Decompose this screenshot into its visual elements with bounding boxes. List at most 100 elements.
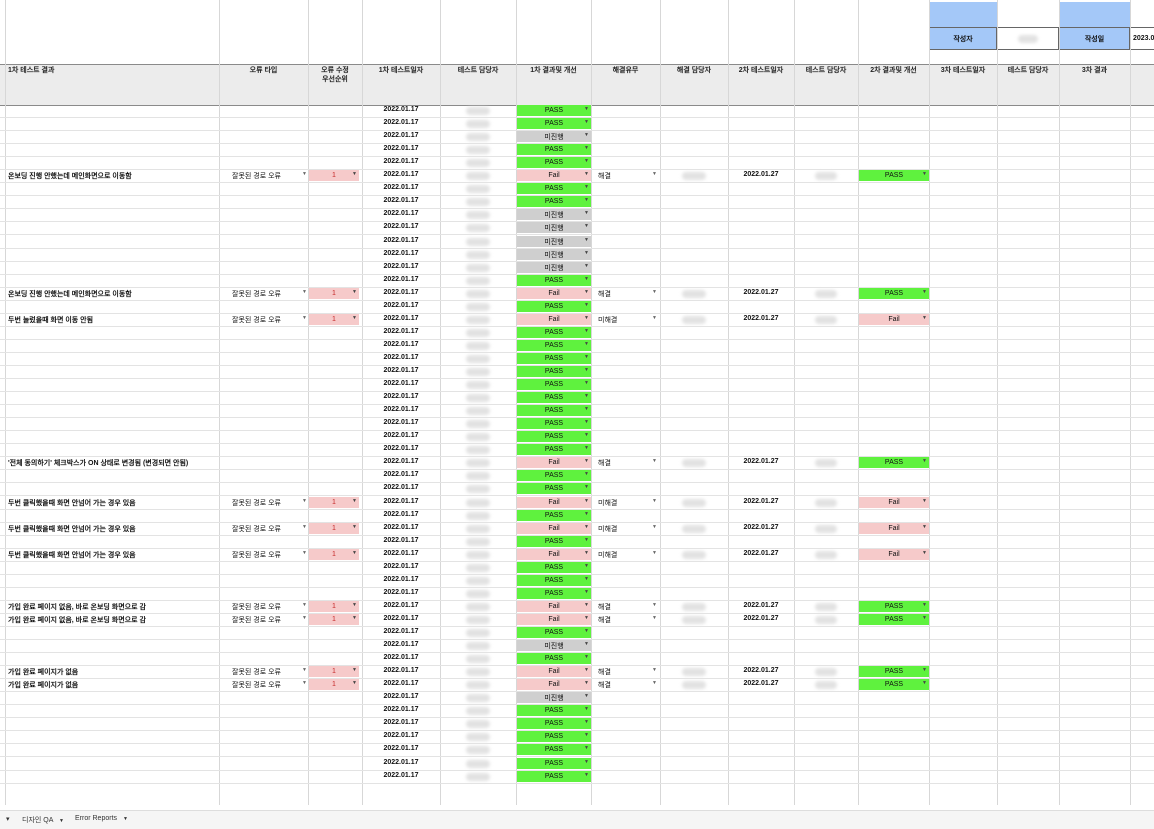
issue-description[interactable]: 가입 완료 페이지가 없음 bbox=[8, 667, 78, 677]
issue-description[interactable]: 온보딩 진행 안했는데 메인화면으로 이동함 bbox=[8, 289, 132, 299]
test-date-1[interactable]: 2022.01.17 bbox=[362, 759, 440, 766]
test-date-1[interactable]: 2022.01.17 bbox=[362, 419, 440, 426]
result-1-select[interactable]: PASS ▼ bbox=[517, 444, 591, 455]
test-date-1[interactable]: 2022.01.17 bbox=[362, 263, 440, 270]
resolved-select[interactable]: 해결 ▼ bbox=[598, 458, 658, 468]
test-date-1[interactable]: 2022.01.17 bbox=[362, 289, 440, 296]
test-date-1[interactable]: 2022.01.17 bbox=[362, 458, 440, 465]
test-date-2[interactable]: 2022.01.27 bbox=[728, 289, 794, 296]
test-date-1[interactable]: 2022.01.17 bbox=[362, 250, 440, 257]
error-type-select[interactable]: 잘못된 경로 오류 ▼ bbox=[232, 550, 308, 560]
test-date-1[interactable]: 2022.01.17 bbox=[362, 550, 440, 557]
test-date-2[interactable]: 2022.01.27 bbox=[728, 315, 794, 322]
result-1-select[interactable]: PASS ▼ bbox=[517, 327, 591, 338]
result-1-select[interactable]: PASS ▼ bbox=[517, 705, 591, 716]
result-1-select[interactable]: PASS ▼ bbox=[517, 157, 591, 168]
test-date-1[interactable]: 2022.01.17 bbox=[362, 471, 440, 478]
result-1-select[interactable]: PASS ▼ bbox=[517, 392, 591, 403]
test-date-2[interactable]: 2022.01.27 bbox=[728, 458, 794, 465]
result-2-select[interactable]: PASS ▼ bbox=[859, 679, 929, 690]
test-date-1[interactable]: 2022.01.17 bbox=[362, 223, 440, 230]
result-1-select[interactable]: 미진행 ▼ bbox=[517, 209, 591, 220]
test-date-1[interactable]: 2022.01.17 bbox=[362, 158, 440, 165]
result-2-select[interactable]: PASS ▼ bbox=[859, 601, 929, 612]
test-date-1[interactable]: 2022.01.17 bbox=[362, 328, 440, 335]
error-type-select[interactable]: 잘못된 경로 오류 ▼ bbox=[232, 602, 308, 612]
test-date-1[interactable]: 2022.01.17 bbox=[362, 772, 440, 779]
result-1-select[interactable]: PASS ▼ bbox=[517, 301, 591, 312]
test-date-2[interactable]: 2022.01.27 bbox=[728, 171, 794, 178]
priority-select[interactable]: 1 ▼ bbox=[309, 614, 359, 625]
priority-select[interactable]: 1 ▼ bbox=[309, 288, 359, 299]
test-date-1[interactable]: 2022.01.17 bbox=[362, 406, 440, 413]
test-date-1[interactable]: 2022.01.17 bbox=[362, 602, 440, 609]
result-2-select[interactable]: PASS ▼ bbox=[859, 666, 929, 677]
test-date-1[interactable]: 2022.01.17 bbox=[362, 276, 440, 283]
test-date-1[interactable]: 2022.01.17 bbox=[362, 615, 440, 622]
result-1-select[interactable]: PASS ▼ bbox=[517, 118, 591, 129]
result-1-select[interactable]: PASS ▼ bbox=[517, 771, 591, 782]
priority-select[interactable]: 1 ▼ bbox=[309, 497, 359, 508]
test-date-1[interactable]: 2022.01.17 bbox=[362, 745, 440, 752]
test-date-1[interactable]: 2022.01.17 bbox=[362, 524, 440, 531]
test-date-1[interactable]: 2022.01.17 bbox=[362, 563, 440, 570]
error-type-select[interactable]: 잘못된 경로 오류 ▼ bbox=[232, 680, 308, 690]
result-2-select[interactable]: Fail ▼ bbox=[859, 549, 929, 560]
resolved-select[interactable]: 해결 ▼ bbox=[598, 680, 658, 690]
result-1-select[interactable]: PASS ▼ bbox=[517, 470, 591, 481]
error-type-select[interactable]: 잘못된 경로 오류 ▼ bbox=[232, 524, 308, 534]
test-date-1[interactable]: 2022.01.17 bbox=[362, 667, 440, 674]
result-1-select[interactable]: PASS ▼ bbox=[517, 483, 591, 494]
result-1-select[interactable]: Fail ▼ bbox=[517, 314, 591, 325]
test-date-1[interactable]: 2022.01.17 bbox=[362, 484, 440, 491]
result-2-select[interactable]: PASS ▼ bbox=[859, 614, 929, 625]
result-1-select[interactable]: PASS ▼ bbox=[517, 353, 591, 364]
test-date-1[interactable]: 2022.01.17 bbox=[362, 498, 440, 505]
result-1-select[interactable]: 미진행 ▼ bbox=[517, 640, 591, 651]
issue-description[interactable]: 가입 완료 페이지가 없음 bbox=[8, 680, 78, 690]
test-date-2[interactable]: 2022.01.27 bbox=[728, 498, 794, 505]
test-date-1[interactable]: 2022.01.17 bbox=[362, 210, 440, 217]
test-date-1[interactable]: 2022.01.17 bbox=[362, 106, 440, 113]
error-type-select[interactable]: 잘못된 경로 오류 ▼ bbox=[232, 667, 308, 677]
test-date-1[interactable]: 2022.01.17 bbox=[362, 719, 440, 726]
result-1-select[interactable]: PASS ▼ bbox=[517, 575, 591, 586]
test-date-1[interactable]: 2022.01.17 bbox=[362, 445, 440, 452]
result-1-select[interactable]: Fail ▼ bbox=[517, 549, 591, 560]
spreadsheet-grid[interactable]: 작성자 작성일 2023.0 1차 테스트 결과 오류 타입 오류 수정 우선순… bbox=[0, 0, 1154, 805]
issue-description[interactable]: 온보딩 진행 안했는데 메인화면으로 이동함 bbox=[8, 171, 132, 181]
test-date-1[interactable]: 2022.01.17 bbox=[362, 680, 440, 687]
priority-select[interactable]: 1 ▼ bbox=[309, 601, 359, 612]
resolved-select[interactable]: 미해결 ▼ bbox=[598, 498, 658, 508]
issue-description[interactable]: 가입 완료 페이지 없음, 바로 온보딩 화면으로 감 bbox=[8, 615, 146, 625]
result-1-select[interactable]: PASS ▼ bbox=[517, 744, 591, 755]
result-1-select[interactable]: Fail ▼ bbox=[517, 666, 591, 677]
result-1-select[interactable]: PASS ▼ bbox=[517, 588, 591, 599]
result-1-select[interactable]: 미진행 ▼ bbox=[517, 131, 591, 142]
author-value-cell[interactable] bbox=[997, 27, 1059, 50]
result-1-select[interactable]: PASS ▼ bbox=[517, 105, 591, 116]
priority-select[interactable]: 1 ▼ bbox=[309, 314, 359, 325]
test-date-1[interactable]: 2022.01.17 bbox=[362, 367, 440, 374]
priority-select[interactable]: 1 ▼ bbox=[309, 549, 359, 560]
error-type-select[interactable]: 잘못된 경로 오류 ▼ bbox=[232, 498, 308, 508]
test-date-2[interactable]: 2022.01.27 bbox=[728, 667, 794, 674]
issue-description[interactable]: 가입 완료 페이지 없음, 바로 온보딩 화면으로 감 bbox=[8, 602, 146, 612]
result-1-select[interactable]: 미진행 ▼ bbox=[517, 222, 591, 233]
result-1-select[interactable]: PASS ▼ bbox=[517, 340, 591, 351]
result-1-select[interactable]: Fail ▼ bbox=[517, 679, 591, 690]
error-type-select[interactable]: 잘못된 경로 오류 ▼ bbox=[232, 171, 308, 181]
result-1-select[interactable]: PASS ▼ bbox=[517, 758, 591, 769]
test-date-1[interactable]: 2022.01.17 bbox=[362, 432, 440, 439]
resolved-select[interactable]: 해결 ▼ bbox=[598, 615, 658, 625]
priority-select[interactable]: 1 ▼ bbox=[309, 170, 359, 181]
priority-select[interactable]: 1 ▼ bbox=[309, 666, 359, 677]
result-1-select[interactable]: PASS ▼ bbox=[517, 536, 591, 547]
test-date-1[interactable]: 2022.01.17 bbox=[362, 132, 440, 139]
resolved-select[interactable]: 해결 ▼ bbox=[598, 171, 658, 181]
result-1-select[interactable]: Fail ▼ bbox=[517, 523, 591, 534]
result-1-select[interactable]: PASS ▼ bbox=[517, 431, 591, 442]
result-1-select[interactable]: PASS ▼ bbox=[517, 627, 591, 638]
test-date-2[interactable]: 2022.01.27 bbox=[728, 602, 794, 609]
test-date-1[interactable]: 2022.01.17 bbox=[362, 511, 440, 518]
